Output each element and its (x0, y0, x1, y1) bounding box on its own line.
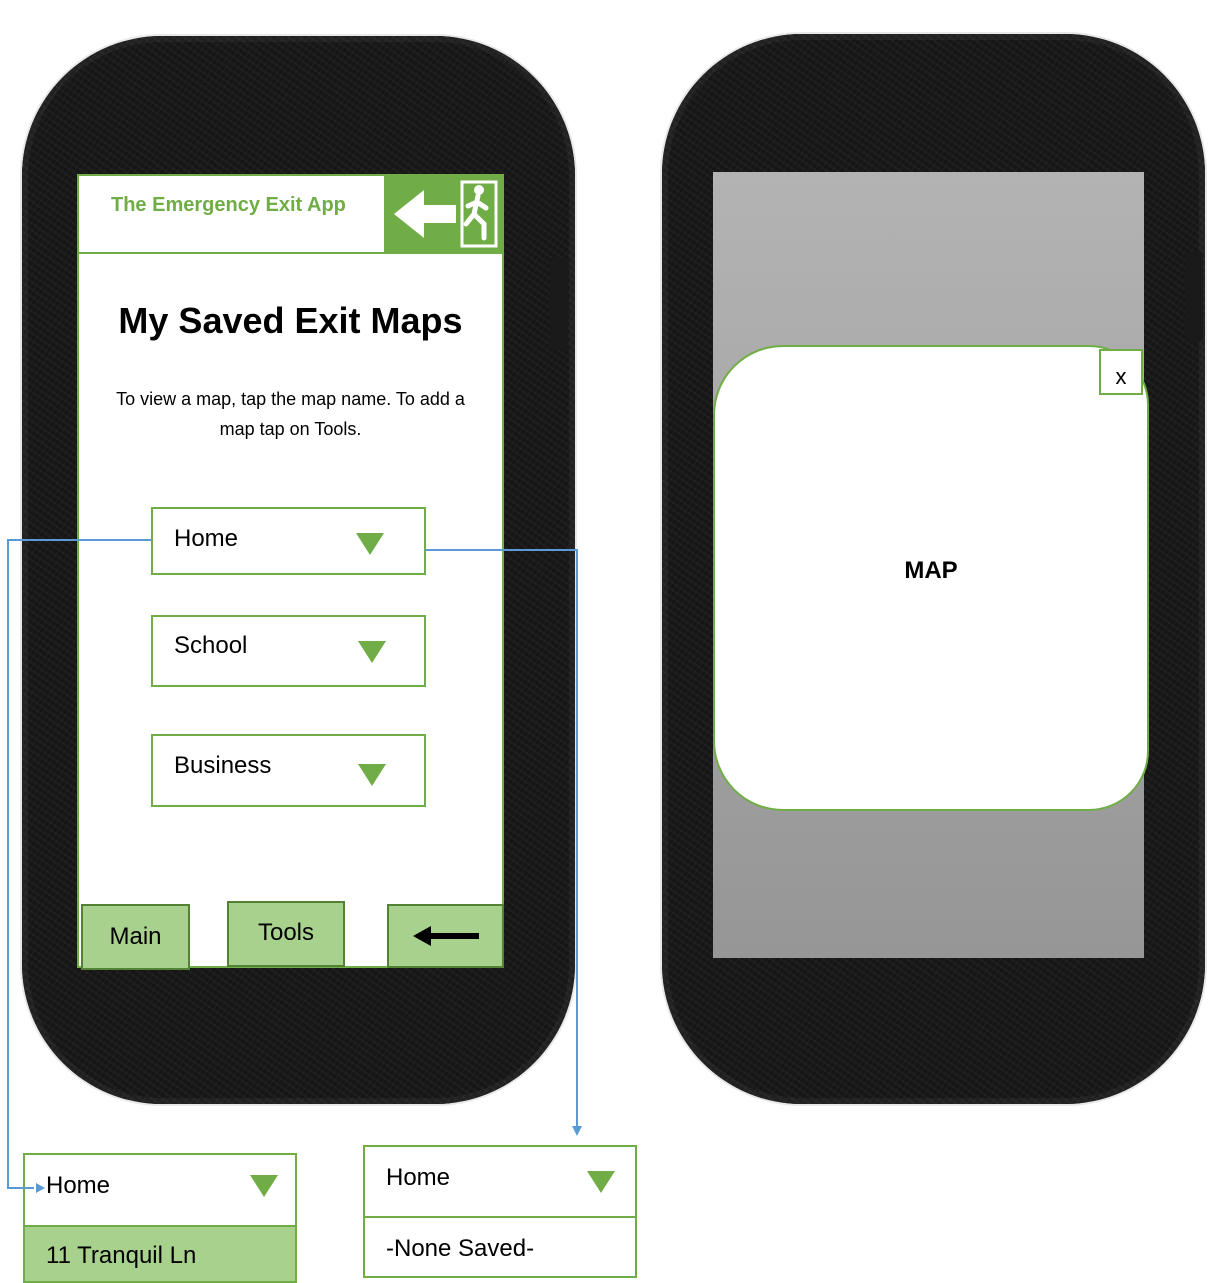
close-label: x (1115, 364, 1127, 389)
phone-side-button (550, 258, 568, 350)
dropdown-school[interactable]: School (151, 615, 426, 687)
saved-maps-screen: The Emergency Exit App My Saved Exit Map… (77, 174, 504, 970)
left-arrow-icon (413, 926, 479, 946)
dropdown-business[interactable]: Business (151, 734, 426, 807)
dropdown-label: Home (174, 525, 239, 552)
expanded-dropdown-header-2[interactable]: Home (363, 1145, 637, 1219)
dropdown-option-address[interactable]: 11 Tranquil Ln (23, 1225, 297, 1283)
map-modal: MAP (713, 345, 1149, 811)
dropdown-label: Business (174, 752, 272, 779)
dropdown-label: Home (386, 1164, 451, 1191)
back-button[interactable] (387, 904, 504, 968)
instructions-text: To view a map, tap the map name. To add … (116, 389, 465, 439)
main-button-label: Main (109, 923, 162, 950)
phone-side-button (1185, 252, 1203, 342)
triangle-down-icon (587, 1171, 615, 1193)
app-title: The Emergency Exit App (111, 194, 346, 216)
dropdown-option-none-saved[interactable]: -None Saved- (363, 1216, 637, 1278)
exit-arrow-running-man-icon (384, 176, 502, 254)
triangle-down-icon (358, 641, 386, 663)
app-header: The Emergency Exit App (79, 176, 502, 254)
map-label: MAP (904, 557, 958, 584)
page-title: My Saved Exit Maps (118, 300, 463, 341)
main-button[interactable]: Main (81, 904, 190, 970)
close-button[interactable]: x (1099, 349, 1143, 395)
tools-button[interactable]: Tools (227, 901, 345, 967)
tools-button-label: Tools (257, 919, 315, 946)
dropdown-home[interactable]: Home (151, 507, 426, 575)
option-label: 11 Tranquil Ln (46, 1242, 197, 1269)
option-label: -None Saved- (386, 1235, 535, 1262)
triangle-down-icon (250, 1175, 278, 1197)
triangle-down-icon (358, 764, 386, 786)
triangle-down-icon (356, 533, 384, 555)
expanded-dropdown-header-1[interactable]: Home (23, 1153, 297, 1227)
dropdown-label: Home (46, 1172, 111, 1199)
dropdown-label: School (174, 632, 248, 659)
